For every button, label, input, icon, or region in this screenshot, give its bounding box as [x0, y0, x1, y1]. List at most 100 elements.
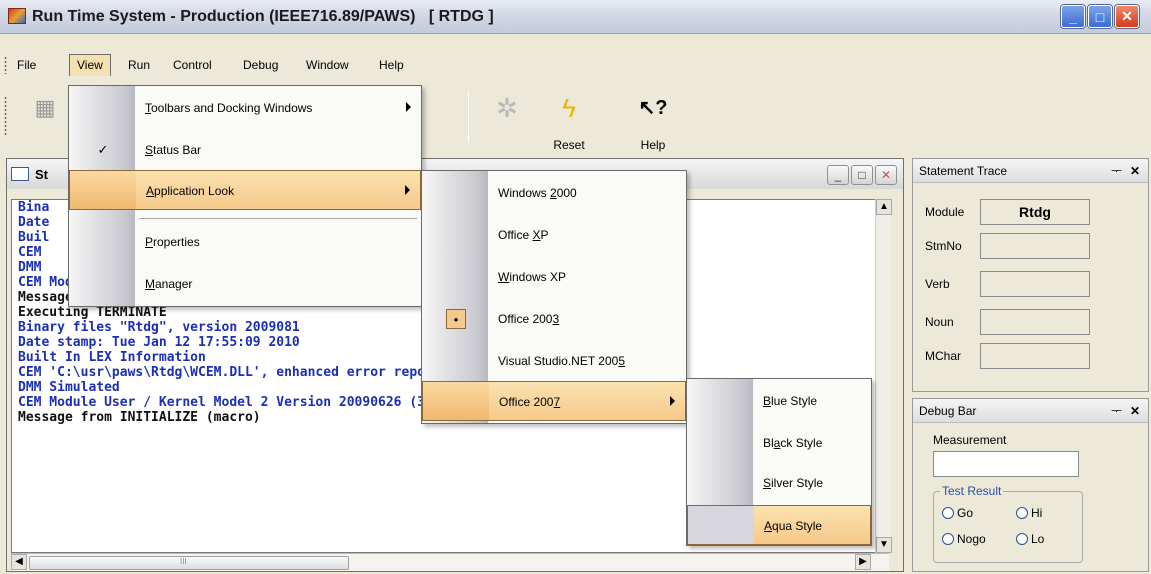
- menu-item-properties[interactable]: Properties: [69, 222, 421, 262]
- radio-hi-label: Hi: [1031, 506, 1043, 520]
- menu-item-label: Windows XP: [498, 270, 567, 284]
- toolbar-grip-icon[interactable]: [4, 96, 7, 136]
- menu-highlight-gutter: [423, 382, 489, 420]
- verb-label: Verb: [925, 277, 950, 291]
- test-result-group: Test Result Go Hi Nogo Lo: [933, 484, 1083, 563]
- debug-bar-title: Debug Bar: [919, 404, 977, 418]
- verb-value: [980, 271, 1090, 297]
- menu-item-label: Aqua Style: [764, 519, 823, 533]
- child-minimize-button[interactable]: _: [827, 165, 849, 185]
- menu-separator: [139, 218, 417, 219]
- menu-highlight-gutter: [688, 506, 754, 544]
- menu-control[interactable]: Control: [166, 54, 219, 76]
- child-maximize-button[interactable]: □: [851, 165, 873, 185]
- minimize-button[interactable]: _: [1061, 5, 1085, 28]
- menu-item-application-look[interactable]: Application Look: [69, 170, 421, 210]
- noun-value: [980, 309, 1090, 335]
- close-icon[interactable]: ✕: [1130, 159, 1140, 183]
- menu-help[interactable]: Help: [372, 54, 411, 76]
- toolbar-partial-button[interactable]: ▦: [14, 86, 76, 154]
- menu-item-toolbars[interactable]: Toolbars and Docking Windows: [69, 88, 421, 128]
- measurement-field[interactable]: [933, 451, 1079, 477]
- toolbar-separator: [468, 92, 469, 142]
- style-black[interactable]: Black Style: [687, 423, 871, 463]
- horizontal-scroll-thumb[interactable]: III: [29, 556, 349, 570]
- reset-button[interactable]: ϟ Reset: [538, 86, 600, 154]
- statement-trace-title: Statement Trace: [919, 164, 1008, 178]
- look-office-xp[interactable]: Office XP: [422, 215, 686, 255]
- application-look-menu: Windows 2000 Office XP Windows XP • Offi…: [421, 170, 687, 424]
- scroll-left-icon[interactable]: ◀: [11, 554, 27, 570]
- reset-label: Reset: [553, 138, 585, 152]
- menu-debug[interactable]: Debug: [236, 54, 285, 76]
- minimize-icon: _: [1069, 8, 1077, 25]
- radio-nogo[interactable]: Nogo: [942, 532, 986, 546]
- menu-highlight-gutter: [70, 171, 136, 209]
- vertical-scrollbar[interactable]: ▲ ▼: [875, 199, 892, 553]
- menu-run[interactable]: Run: [121, 54, 157, 76]
- menu-file[interactable]: File: [10, 54, 43, 76]
- help-button[interactable]: ↖? Help: [622, 86, 684, 154]
- submenu-arrow-icon: [406, 102, 411, 112]
- measurement-label: Measurement: [933, 433, 1007, 447]
- radio-bullet-icon: •: [446, 309, 466, 329]
- style-silver[interactable]: Silver Style: [687, 463, 871, 503]
- debug-bar-panel: Debug Bar ᅮ ✕ Measurement Test Result Go…: [912, 398, 1149, 572]
- stmno-label: StmNo: [925, 239, 962, 253]
- menu-item-label: Office XP: [498, 228, 549, 242]
- menu-item-status-bar[interactable]: ✓ Status Bar: [69, 130, 421, 170]
- mchar-label: MChar: [925, 349, 962, 363]
- close-button[interactable]: ✕: [1115, 5, 1139, 28]
- thumb-grip: III: [180, 557, 187, 566]
- menu-item-label: Manager: [145, 277, 193, 291]
- radio-circle-icon: [942, 507, 954, 519]
- pin-icon[interactable]: ᅮ: [1111, 399, 1122, 423]
- look-office-2003[interactable]: • Office 2003: [422, 299, 686, 339]
- look-windows-xp[interactable]: Windows XP: [422, 257, 686, 297]
- maximize-button[interactable]: □: [1088, 5, 1112, 28]
- scroll-down-icon[interactable]: ▼: [876, 537, 892, 553]
- menu-item-manager[interactable]: Manager: [69, 264, 421, 304]
- test-result-label: Test Result: [940, 484, 1004, 498]
- menu-item-label: Visual Studio.NET 2005: [498, 354, 625, 368]
- style-blue[interactable]: Blue Style: [687, 381, 871, 421]
- stmno-value: [980, 233, 1090, 259]
- debug-bar-header[interactable]: Debug Bar ᅮ ✕: [913, 399, 1148, 423]
- toolbar-disabled-button[interactable]: ✲: [476, 86, 538, 154]
- radio-lo[interactable]: Lo: [1016, 532, 1044, 546]
- pin-icon[interactable]: ᅮ: [1111, 159, 1122, 183]
- tool-icon: ✲: [496, 93, 518, 123]
- statement-trace-header[interactable]: Statement Trace ᅮ ✕: [913, 159, 1148, 183]
- radio-circle-icon: [1016, 507, 1028, 519]
- look-office-2007[interactable]: Office 2007: [422, 381, 686, 421]
- menu-view[interactable]: View: [69, 54, 111, 76]
- module-label: Module: [925, 205, 965, 219]
- child-close-button[interactable]: ✕: [875, 165, 897, 185]
- look-windows-2000[interactable]: Windows 2000: [422, 173, 686, 213]
- checkmark-icon: ✓: [97, 142, 109, 157]
- menu-window[interactable]: Window: [299, 54, 356, 76]
- mchar-value: [980, 343, 1090, 369]
- module-value: Rtdg: [980, 199, 1090, 225]
- office-2007-menu: Blue Style Black Style Silver Style Aqua…: [686, 378, 872, 546]
- lightning-icon: ϟ: [562, 93, 576, 123]
- app-icon[interactable]: [8, 8, 26, 24]
- radio-hi[interactable]: Hi: [1016, 506, 1042, 520]
- close-icon[interactable]: ✕: [1130, 399, 1140, 423]
- radio-nogo-label: Nogo: [957, 532, 986, 546]
- submenu-arrow-icon: [670, 396, 675, 406]
- menubar-grip-icon[interactable]: [4, 56, 7, 74]
- view-menu: Toolbars and Docking Windows ✓ Status Ba…: [68, 85, 422, 307]
- menu-item-label: Office 2007: [499, 395, 561, 409]
- style-aqua[interactable]: Aqua Style: [687, 505, 871, 545]
- help-label: Help: [640, 138, 666, 152]
- menu-item-label: Application Look: [146, 184, 235, 198]
- radio-go[interactable]: Go: [942, 506, 973, 520]
- radio-go-label: Go: [957, 506, 974, 520]
- horizontal-scrollbar[interactable]: ◀ III ▶: [11, 553, 889, 571]
- radio-lo-label: Lo: [1031, 532, 1045, 546]
- radio-circle-icon: [942, 533, 954, 545]
- scroll-up-icon[interactable]: ▲: [876, 199, 892, 215]
- look-visual-studio-2005[interactable]: Visual Studio.NET 2005: [422, 341, 686, 381]
- scroll-right-icon[interactable]: ▶: [855, 554, 871, 570]
